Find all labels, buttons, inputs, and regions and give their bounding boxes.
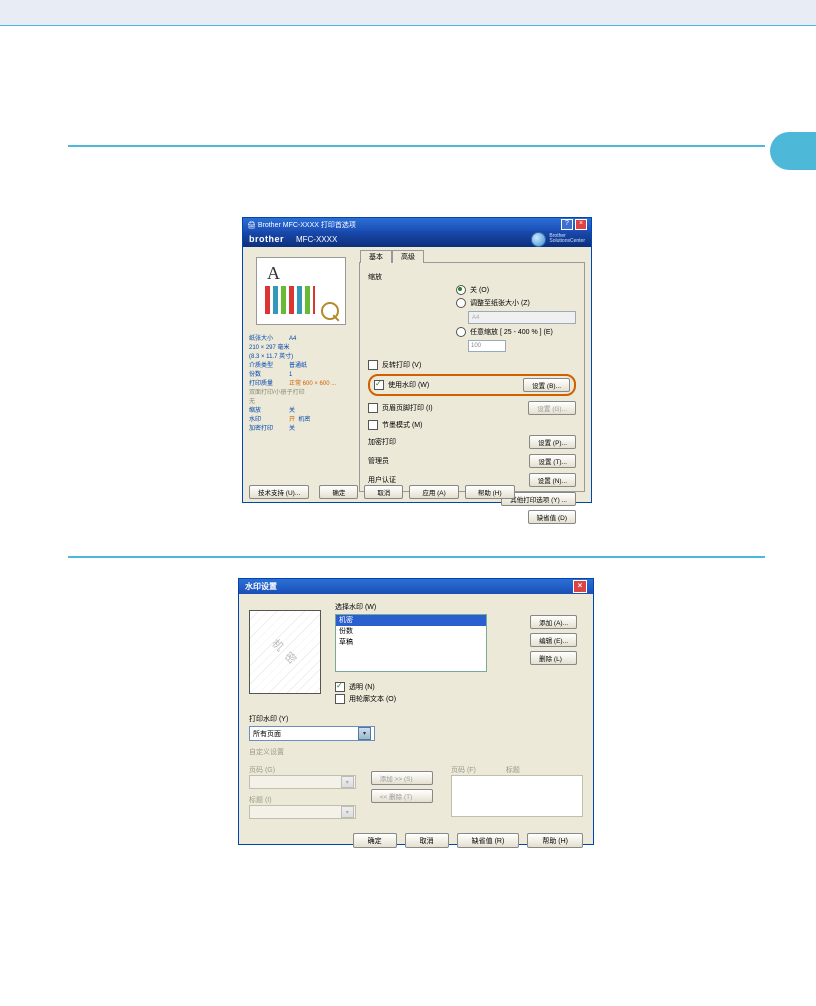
watermark-preview: 机 密: [249, 610, 321, 694]
magnifier-icon: [321, 302, 343, 324]
close-titlebar-button[interactable]: ×: [573, 580, 587, 593]
cancel-button[interactable]: 取消: [364, 485, 403, 499]
edit-watermark-button[interactable]: 编辑 (E)...: [530, 633, 577, 647]
divider-top: [68, 145, 765, 147]
radio-off[interactable]: [456, 285, 466, 295]
dialog-titlebar: 🖨 Brother MFC-XXXX 打印首选项 ? ×: [243, 218, 591, 231]
print-preferences-dialog: 🖨 Brother MFC-XXXX 打印首选项 ? × brother MFC…: [242, 217, 592, 503]
brand-band: brother MFC-XXXX Brother SolutionsCenter: [243, 231, 591, 247]
page-preview: [256, 257, 346, 325]
list-item[interactable]: 份数: [336, 626, 486, 637]
title-left-input: ▾: [249, 805, 356, 819]
tab-basic[interactable]: 基本: [360, 250, 392, 263]
list-item[interactable]: 机密: [336, 615, 486, 626]
apply-button[interactable]: 应用 (A): [409, 485, 458, 499]
globe-icon: [531, 232, 546, 247]
pages-listbox: [451, 775, 583, 817]
tab-strip: 基本 高级: [361, 249, 585, 262]
radio-free[interactable]: [456, 327, 466, 337]
watermark-settings-dialog: 水印设置 × 机 密 选择水印 (W) 机密 份数 草稿 透明 (N) 用轮廓文…: [238, 578, 594, 845]
dialog-footer: 确定 取消 缺省值 (R) 帮助 (H): [239, 827, 593, 854]
close-titlebar-button[interactable]: ×: [575, 219, 587, 230]
summary-sidebar: 纸张大小A4 210 × 297 毫米 (8.3 × 11.7 英寸) 介质类型…: [243, 247, 359, 486]
brand-logo: brother: [249, 234, 284, 244]
secure-settings-button[interactable]: 设置 (P)...: [529, 435, 576, 449]
radio-fit[interactable]: [456, 298, 466, 308]
add-watermark-button[interactable]: 添加 (A)...: [530, 615, 577, 629]
watermark-settings-button[interactable]: 设置 (B)...: [523, 378, 570, 392]
admin-label: 管理员: [368, 456, 389, 466]
ok-button[interactable]: 确定: [353, 833, 397, 848]
admin-settings-button[interactable]: 设置 (T)...: [529, 454, 576, 468]
dialog-titlebar: 水印设置 ×: [239, 579, 593, 594]
userauth-label: 用户认证: [368, 475, 396, 485]
title-right-label: 标题: [506, 765, 520, 775]
chk-transparent[interactable]: [335, 682, 345, 692]
page-left-label: 页码 (G): [249, 765, 353, 775]
select-watermark-label: 选择水印 (W): [335, 602, 583, 612]
tab-advanced[interactable]: 高级: [392, 250, 424, 263]
dialog-title: 水印设置: [245, 581, 277, 592]
add-page-button: 添加 >> (S): [371, 771, 433, 785]
header-settings-button: 设置 (G)...: [528, 401, 576, 415]
help-titlebar-button[interactable]: ?: [561, 219, 573, 230]
chk-toner[interactable]: [368, 420, 378, 430]
chk-header[interactable]: [368, 403, 378, 413]
model-label: MFC-XXXX: [296, 235, 337, 244]
dialog-footer: 确定 取消 应用 (A) 帮助 (H): [243, 485, 591, 499]
dialog-title: 🖨 Brother MFC-XXXX 打印首选项: [247, 220, 356, 230]
del-page-button: << 删除 (T): [371, 789, 433, 803]
solutions-center-link[interactable]: Brother SolutionsCenter: [531, 232, 585, 247]
scale-spin: 100: [468, 340, 506, 352]
page-right-label: 页码 (F): [451, 765, 476, 775]
delete-watermark-button[interactable]: 删除 (L): [530, 651, 577, 665]
side-tab: [770, 132, 816, 170]
title-left-label: 标题 (I): [249, 795, 353, 805]
print-watermark-label: 打印水印 (Y): [249, 714, 583, 724]
watermark-listbox[interactable]: 机密 份数 草稿: [335, 614, 487, 672]
watermark-row-highlight: 使用水印 (W) 设置 (B)...: [368, 374, 576, 396]
defaults-button[interactable]: 缺省值 (R): [457, 833, 520, 848]
advanced-panel: 缩放 关 (O) 调整至纸张大小 (Z) A4 任意缩放 [ 25 - 400 …: [359, 262, 585, 492]
chevron-down-icon: ▾: [358, 727, 371, 740]
scale-label: 缩放: [368, 272, 576, 282]
defaults-button[interactable]: 缺省值 (D): [528, 510, 576, 524]
help-button[interactable]: 帮助 (H): [465, 485, 515, 499]
cancel-button[interactable]: 取消: [405, 833, 449, 848]
chk-reverse[interactable]: [368, 360, 378, 370]
list-item[interactable]: 草稿: [336, 637, 486, 648]
print-watermark-combo[interactable]: 所有页面 ▾: [249, 726, 375, 741]
chk-outline[interactable]: [335, 694, 345, 704]
secure-label: 加密打印: [368, 437, 396, 447]
page-header-band: [0, 0, 816, 26]
fit-paper-combo: A4: [468, 311, 576, 324]
page-left-input: ▾: [249, 775, 356, 789]
chk-watermark[interactable]: [374, 380, 384, 390]
ok-button[interactable]: 确定: [319, 485, 358, 499]
custom-settings-label: 自定义设置: [249, 747, 583, 757]
divider-bottom: [68, 556, 765, 558]
help-button[interactable]: 帮助 (H): [527, 833, 583, 848]
